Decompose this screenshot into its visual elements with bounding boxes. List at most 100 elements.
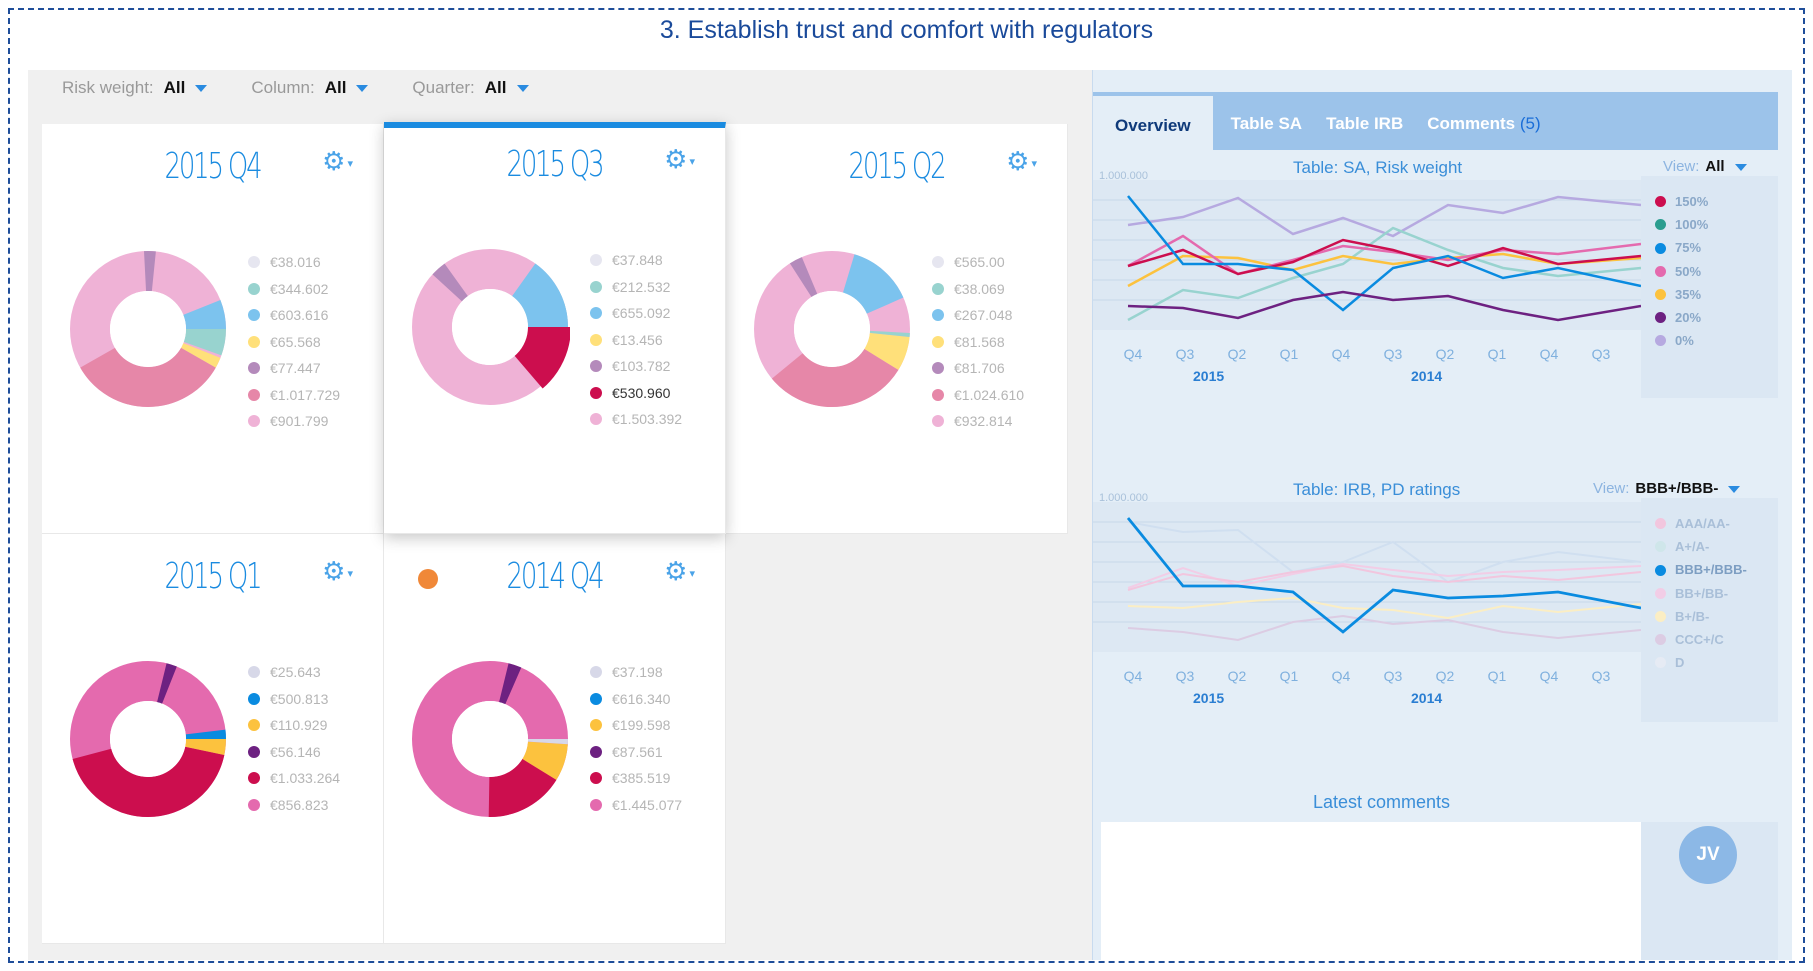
dashboard-left: Risk weight: All Column: All Quarter: All 2… [28,70,1092,960]
legend-item: €616.340 [590,686,682,713]
legend-item: €81.706 [932,355,1024,382]
legend-item[interactable]: CCC+/C [1655,628,1778,651]
legend-item: €37.848 [590,247,682,274]
detail-panel: Overview Table SA Table IRB Comments (5)… [1092,70,1792,960]
chevron-down-icon [1728,485,1741,493]
legend-item[interactable]: 50% [1655,260,1778,283]
year-label: 2014 [1411,690,1443,706]
legend-item[interactable]: 0% [1655,329,1778,352]
filter-bar: Risk weight: All Column: All Quarter: All [62,78,529,98]
legend-item[interactable]: AAA/AA- [1655,512,1778,535]
legend-item: €1.033.264 [248,765,340,792]
x-tick: Q1 [1279,668,1299,684]
x-tick: Q4 [1539,668,1559,684]
gear-icon[interactable]: ⚙ ▾ [322,556,353,587]
x-tick: Q3 [1175,668,1195,684]
chevron-down-icon [1734,163,1747,171]
legend-item[interactable]: D [1655,651,1778,674]
legend-item[interactable]: BB+/BB- [1655,582,1778,605]
quarter-card[interactable]: 2015 Q4 ⚙ ▾ €38.016 €344.602 €603.616 €65… [42,124,384,534]
x-tick: Q1 [1279,346,1299,362]
avatar[interactable]: JV [1679,826,1737,884]
legend-item: €103.782 [590,353,682,380]
tab-overview[interactable]: Overview [1093,96,1213,150]
legend-item[interactable]: BBB+/BBB- [1655,558,1778,581]
donut-chart [70,251,226,407]
view-dropdown[interactable]: View: All [1663,158,1747,175]
donut-chart [410,247,570,407]
gear-icon[interactable]: ⚙ ▾ [664,144,695,175]
legend-item: €901.799 [248,408,340,435]
x-tick: Q3 [1591,346,1611,362]
filter-value: All [484,78,507,97]
x-tick: Q4 [1331,346,1351,362]
comment-box[interactable] [1101,822,1641,960]
tab-table-irb[interactable]: Table IRB [1314,114,1415,150]
risk-weight-filter[interactable]: Risk weight: All [62,78,208,98]
sa-chart: Table: SA, Risk weight View: All 1.000.00… [1093,158,1793,458]
gear-icon[interactable]: ⚙ ▾ [664,556,695,587]
comments-heading: Latest comments [1313,792,1451,812]
legend-item[interactable]: 150% [1655,190,1778,213]
legend-item: €385.519 [590,765,682,792]
view-label: View: [1663,158,1700,175]
filter-value: All [163,78,186,97]
gear-icon[interactable]: ⚙ ▾ [322,146,353,177]
quarter-filter[interactable]: Quarter: All [412,78,529,98]
quarter-title: 2015 Q1 [164,556,263,597]
chevron-down-icon [356,85,369,93]
tab-label: Comments [1427,114,1516,133]
chart-title: Table: IRB, PD ratings [1293,480,1461,499]
legend-item: €65.568 [248,329,340,356]
filter-value: All [324,78,347,97]
legend-item[interactable]: 35% [1655,283,1778,306]
tab-comments[interactable]: Comments (5) [1415,114,1552,150]
donut-chart [754,251,910,407]
x-tick: Q4 [1539,346,1559,362]
legend-item: €603.616 [248,302,340,329]
view-dropdown[interactable]: View: BBB+/BBB- [1593,480,1741,497]
x-axis: Q4 Q3 Q2 Q1 Q4 Q3 Q2 Q1 Q4 Q3 [1107,668,1627,684]
sa-legend: 150% 100% 75% 50% 35% 20% 0% [1641,176,1778,398]
card-legend: €25.643 €500.813 €110.929 €56.146 €1.033… [248,659,340,818]
legend-item: €56.146 [248,739,340,766]
legend-item[interactable]: 100% [1655,213,1778,236]
x-tick: Q3 [1591,668,1611,684]
x-tick: Q2 [1435,668,1455,684]
x-tick: Q3 [1175,346,1195,362]
chevron-down-icon [516,85,529,93]
year-label: 2015 [1193,690,1225,706]
chevron-down-icon [195,85,208,93]
card-legend: €565.00 €38.069 €267.048 €81.568 €81.706… [932,249,1024,435]
quarter-title: 2014 Q4 [506,556,605,597]
filter-label: Risk weight: [62,78,154,97]
card-legend: €37.848 €212.532 €655.092 €13.456 €103.7… [590,247,682,433]
column-filter[interactable]: Column: All [251,78,369,98]
legend-item[interactable]: A+/A- [1655,535,1778,558]
legend-item: €267.048 [932,302,1024,329]
quarter-card-selected[interactable]: 2015 Q3 ⚙ ▾ €37.848 €212.532 €655.092 €13… [384,122,726,534]
legend-item: €212.532 [590,274,682,301]
legend-item: €932.814 [932,408,1024,435]
legend-item[interactable]: 20% [1655,306,1778,329]
quarter-card[interactable]: 2015 Q1 ⚙ ▾ €25.643 €500.813 €110.929 €56… [42,534,384,944]
legend-item: €81.568 [932,329,1024,356]
x-axis: Q4 Q3 Q2 Q1 Q4 Q3 Q2 Q1 Q4 Q3 [1107,346,1627,362]
legend-item: €77.447 [248,355,340,382]
legend-item[interactable]: 75% [1655,236,1778,259]
tab-table-sa[interactable]: Table SA [1219,114,1314,150]
x-tick: Q4 [1331,668,1351,684]
tab-bar: Overview Table SA Table IRB Comments (5) [1093,92,1778,150]
legend-item[interactable]: B+/B- [1655,605,1778,628]
quarter-card[interactable]: 2015 Q2 ⚙ ▾ €565.00 €38.069 €267.048 €81.… [726,124,1068,534]
x-tick: Q1 [1487,346,1507,362]
sa-line-chart [1093,180,1641,330]
gear-icon[interactable]: ⚙ ▾ [1006,146,1037,177]
legend-item: €199.598 [590,712,682,739]
donut-chart [70,661,226,817]
legend-item: €38.069 [932,276,1024,303]
x-tick: Q2 [1227,346,1247,362]
quarter-title: 2015 Q2 [848,146,947,187]
quarter-card[interactable]: 2014 Q4 ⚙ ▾ €37.198 €616.340 €199.598 €87… [384,534,726,944]
year-label: 2015 [1193,368,1225,384]
